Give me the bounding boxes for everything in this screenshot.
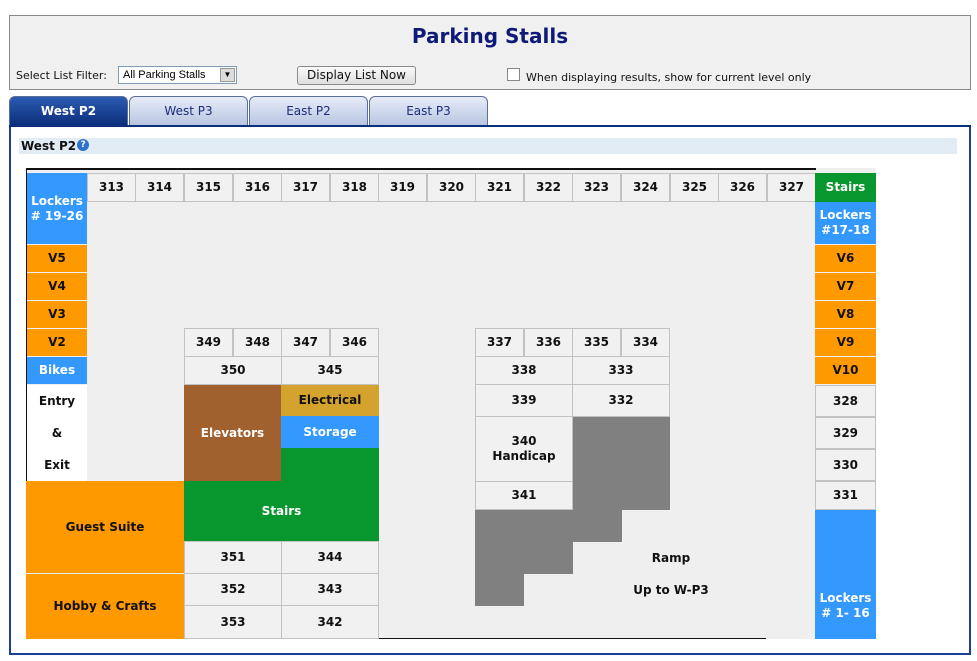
visitor-v7[interactable]: V7: [815, 273, 876, 300]
ramp-block: [475, 542, 573, 574]
stall-351[interactable]: 351: [184, 541, 282, 574]
stall-353[interactable]: 353: [184, 605, 282, 639]
storage[interactable]: Storage: [281, 416, 379, 448]
stall-346[interactable]: 346: [330, 328, 379, 357]
stall-315[interactable]: 315: [184, 173, 233, 202]
stall-336[interactable]: 336: [524, 328, 573, 357]
map-bottom-border: [378, 638, 766, 639]
list-filter-select[interactable]: All Parking Stalls ▼: [118, 66, 237, 84]
stall-326[interactable]: 326: [718, 173, 767, 202]
tab-east-p3[interactable]: East P3: [369, 96, 488, 125]
header-panel: Parking Stalls Select List Filter: All P…: [9, 15, 971, 90]
ramp-block: [475, 574, 524, 606]
lockers-17-18[interactable]: Lockers #17-18: [815, 202, 876, 244]
tab-west-p2[interactable]: West P2: [9, 96, 128, 125]
tab-west-p3[interactable]: West P3: [129, 96, 248, 125]
stall-343[interactable]: 343: [281, 573, 379, 606]
visitor-v2[interactable]: V2: [27, 329, 87, 356]
visitor-v5[interactable]: V5: [27, 245, 87, 272]
map-top-border: [26, 168, 816, 170]
stairs-right[interactable]: Stairs: [815, 173, 876, 202]
electrical[interactable]: Electrical: [281, 385, 379, 416]
stall-314[interactable]: 314: [135, 173, 184, 202]
hobby-crafts[interactable]: Hobby & Crafts: [26, 574, 184, 639]
exit-label: Exit: [27, 449, 87, 481]
section-title: West P2: [21, 139, 77, 153]
ramp-sub-label: Up to W-P3: [633, 582, 709, 597]
tab-east-p2[interactable]: East P2: [249, 96, 368, 125]
stall-340-handicap[interactable]: 340 Handicap: [475, 416, 573, 482]
ramp-block: [475, 510, 622, 542]
stall-339[interactable]: 339: [475, 384, 573, 417]
stall-321[interactable]: 321: [475, 173, 524, 202]
stall-342[interactable]: 342: [281, 605, 379, 639]
elevators[interactable]: Elevators: [184, 385, 281, 481]
stall-352[interactable]: 352: [184, 573, 282, 606]
stall-338[interactable]: 338: [475, 356, 573, 385]
visitor-v4[interactable]: V4: [27, 273, 87, 300]
stall-327[interactable]: 327: [767, 173, 816, 202]
ramp-label: Ramp: [651, 550, 691, 565]
stall-317[interactable]: 317: [281, 173, 330, 202]
bikes[interactable]: Bikes: [27, 357, 87, 384]
stall-320[interactable]: 320: [427, 173, 476, 202]
display-list-button[interactable]: Display List Now: [297, 66, 416, 85]
visitor-v9[interactable]: V9: [815, 329, 876, 356]
stall-344[interactable]: 344: [281, 541, 379, 574]
visitor-v8[interactable]: V8: [815, 301, 876, 328]
filter-label: Select List Filter:: [16, 69, 107, 82]
stall-333[interactable]: 333: [572, 356, 670, 385]
stall-345[interactable]: 345: [281, 356, 379, 385]
stall-318[interactable]: 318: [330, 173, 379, 202]
stall-329[interactable]: 329: [815, 417, 876, 449]
stairs-center[interactable]: Stairs: [184, 481, 379, 541]
ramp-block: [573, 417, 670, 510]
visitor-v3[interactable]: V3: [27, 301, 87, 328]
stall-350[interactable]: 350: [184, 356, 282, 385]
chevron-down-icon[interactable]: ▼: [220, 68, 235, 82]
stall-316[interactable]: 316: [233, 173, 282, 202]
visitor-v6[interactable]: V6: [815, 245, 876, 272]
stall-328[interactable]: 328: [815, 385, 876, 417]
entry-label: Entry: [27, 385, 87, 417]
section-header: West P2?: [19, 138, 957, 154]
stall-335[interactable]: 335: [572, 328, 621, 357]
visitor-v10[interactable]: V10: [815, 357, 876, 384]
stall-348[interactable]: 348: [233, 328, 282, 357]
stall-332[interactable]: 332: [572, 384, 670, 417]
current-level-checkbox[interactable]: [507, 68, 520, 81]
stall-319[interactable]: 319: [378, 173, 427, 202]
stall-349[interactable]: 349: [184, 328, 233, 357]
stall-322[interactable]: 322: [524, 173, 573, 202]
stall-347[interactable]: 347: [281, 328, 330, 357]
guest-suite[interactable]: Guest Suite: [26, 481, 184, 573]
stall-341[interactable]: 341: [475, 481, 573, 510]
stall-324[interactable]: 324: [621, 173, 670, 202]
help-icon[interactable]: ?: [77, 139, 90, 151]
parking-map: 313 314 315 316 317 318 319 320 321 322 …: [26, 168, 876, 639]
page-title: Parking Stalls: [411, 24, 569, 48]
stall-331[interactable]: 331: [815, 481, 876, 510]
checkbox-label: When displaying results, show for curren…: [526, 71, 812, 84]
lockers-19-26[interactable]: Lockers # 19-26: [27, 173, 87, 244]
stall-313[interactable]: 313: [87, 173, 136, 202]
lockers-1-16[interactable]: Lockers # 1- 16: [815, 510, 876, 639]
stall-334[interactable]: 334: [621, 328, 670, 357]
stall-337[interactable]: 337: [475, 328, 524, 357]
list-filter-value: All Parking Stalls: [123, 69, 206, 81]
stall-330[interactable]: 330: [815, 449, 876, 481]
stall-325[interactable]: 325: [670, 173, 719, 202]
entry-amp: &: [27, 417, 87, 449]
stall-323[interactable]: 323: [572, 173, 621, 202]
stairs-fill: [281, 448, 379, 482]
